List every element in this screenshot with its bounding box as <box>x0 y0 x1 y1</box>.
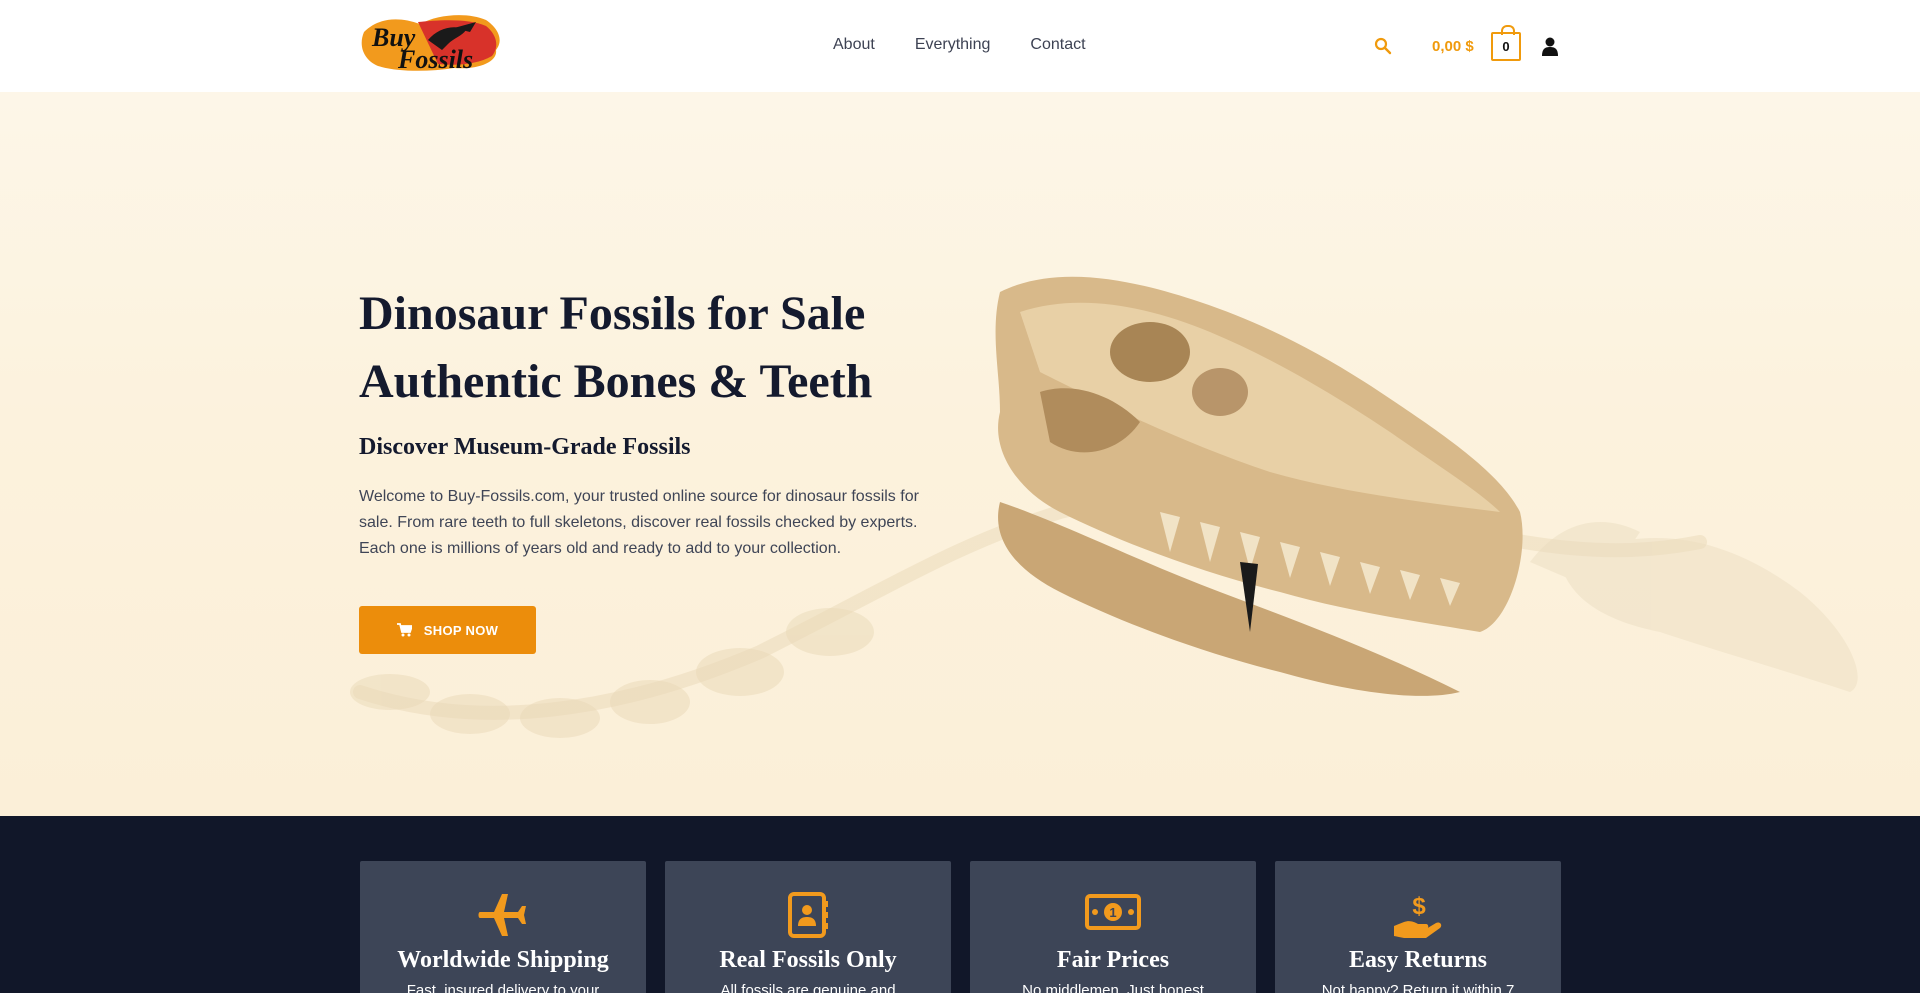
hero-title-line2: Authentic Bones & Teeth <box>359 355 873 408</box>
site-logo[interactable]: Buy Fossils <box>358 10 508 74</box>
cart-icon <box>396 623 412 637</box>
airplane-icon <box>478 894 526 936</box>
main-navigation: About Everything Contact <box>833 36 1126 54</box>
hero-subtitle: Discover Museum-Grade Fossils <box>359 434 691 460</box>
svg-text:1: 1 <box>1109 905 1116 920</box>
cart-total[interactable]: 0,00 $ <box>1432 38 1474 55</box>
feature-card-prices: 1 Fair Prices No middlemen. Just honest <box>970 861 1256 993</box>
nav-about[interactable]: About <box>833 36 875 54</box>
nav-contact[interactable]: Contact <box>1030 36 1085 54</box>
nav-everything[interactable]: Everything <box>915 36 991 54</box>
features-section: Worldwide Shipping Fast, insured deliver… <box>0 816 1920 993</box>
feature-card-authentic: Real Fossils Only All fossils are genuin… <box>665 861 951 993</box>
certificate-icon <box>788 892 828 938</box>
svg-text:$: $ <box>1412 893 1426 920</box>
hero-title: Dinosaur Fossils for Sale Authentic Bone… <box>359 280 979 416</box>
feature-card-returns: $ Easy Returns Not happy? Return it with… <box>1275 861 1561 993</box>
hero-title-line1: Dinosaur Fossils for Sale <box>359 287 866 340</box>
feature-title: Fair Prices <box>1056 947 1170 973</box>
search-icon[interactable] <box>1374 37 1392 55</box>
shop-now-label: SHOP NOW <box>423 622 499 638</box>
feature-title: Real Fossils Only <box>719 947 897 973</box>
logo-image: Buy Fossils <box>361 15 500 74</box>
shop-now-button[interactable]: SHOP NOW <box>359 606 536 654</box>
money-icon: 1 <box>1085 894 1141 930</box>
hero-description: Welcome to Buy-Fossils.com, your trusted… <box>359 488 919 557</box>
feature-text: No middlemen. Just honest <box>1022 982 1204 993</box>
feature-title: Easy Returns <box>1348 947 1487 973</box>
feature-text: All fossils are genuine and <box>720 982 896 993</box>
feature-text: Not happy? Return it within 7 <box>1321 982 1515 993</box>
site-header: Buy Fossils About Everything Contact 0,0… <box>0 0 1920 92</box>
feature-title: Worldwide Shipping <box>397 947 609 973</box>
feature-card-shipping: Worldwide Shipping Fast, insured deliver… <box>360 861 646 993</box>
svg-text:Fossils: Fossils <box>397 45 473 74</box>
feature-text: Fast, insured delivery to your <box>406 982 600 993</box>
cart-count-badge[interactable]: 0 <box>1491 25 1521 61</box>
dinosaur-skull-illustration <box>350 276 1858 738</box>
hero-section: Dinosaur Fossils for Sale Authentic Bone… <box>0 92 1920 816</box>
account-icon[interactable] <box>1541 37 1559 56</box>
hand-dollar-icon: $ <box>1394 893 1442 938</box>
